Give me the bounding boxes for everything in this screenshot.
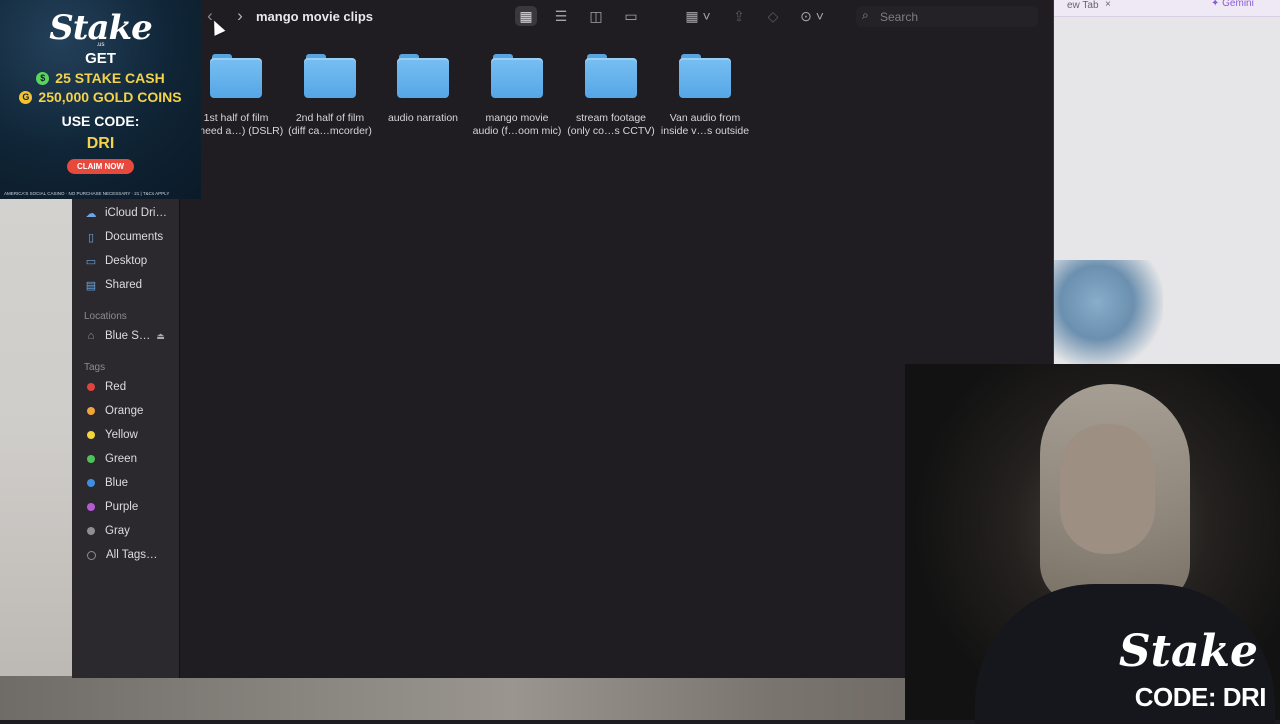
folder-label: mango movie audio (f…oom mic): [472, 112, 562, 137]
folder-icon: [304, 54, 356, 98]
folder-item[interactable]: Van audio from inside v…s outside: [657, 54, 753, 138]
list-view-icon[interactable]: ☰: [550, 8, 572, 25]
tag-dot-icon: [87, 503, 95, 511]
sidebar-item-label: Green: [105, 453, 137, 465]
column-view-icon[interactable]: ◫: [585, 8, 607, 25]
folder-icon: [397, 54, 449, 98]
webcam-stake-logo: Stake: [1118, 626, 1258, 677]
sidebar-item-label: Red: [105, 381, 127, 393]
sidebar-tag-blue[interactable]: Blue: [84, 473, 128, 493]
cloud-icon: ☁: [85, 207, 97, 220]
desktop-icon: ▭: [85, 255, 97, 268]
tag-icon[interactable]: ◇: [762, 8, 784, 25]
folder-item[interactable]: audio narration: [375, 54, 471, 125]
gold-coin-icon: G: [19, 90, 33, 104]
sidebar-tag-gray[interactable]: Gray: [84, 521, 130, 541]
sidebar-item-desktop[interactable]: ▭ Desktop: [84, 251, 147, 271]
folder-icon: [210, 54, 262, 98]
sidebar-tag-yellow[interactable]: Yellow: [84, 425, 138, 445]
chevron-right-icon[interactable]: ›: [232, 6, 248, 26]
sidebar-item-label: Documents: [105, 231, 164, 243]
folder-item[interactable]: 1st half of film …need a…) (DSLR): [188, 54, 284, 138]
ad-offer-gold: G 250,000 GOLD COINS: [0, 89, 201, 105]
folder-label: stream footage (only co…s CCTV): [567, 112, 655, 137]
sidebar-item-label: Purple: [105, 501, 139, 513]
webcam-person-face: [1060, 424, 1155, 554]
share-icon[interactable]: ⇪: [728, 8, 750, 25]
ad-offer-cash: $ 25 STAKE CASH: [0, 70, 201, 86]
eject-icon[interactable]: ⏏: [156, 331, 165, 342]
sidebar-item-label: All Tags…: [106, 549, 158, 561]
sidebar-all-tags[interactable]: All Tags…: [84, 545, 158, 565]
sidebar-section-locations: Locations: [84, 311, 127, 322]
webcam-overlay: Stake CODE: DRI: [905, 364, 1280, 724]
ad-code: DRI: [86, 135, 115, 152]
sidebar-item-label: Gray: [105, 525, 130, 537]
webcam-promo-code: CODE: DRI: [1134, 682, 1267, 712]
folder-icon: [585, 54, 637, 98]
document-icon: ▯: [87, 231, 95, 244]
grid-view-icon[interactable]: ▦: [515, 6, 537, 26]
search-input[interactable]: [878, 9, 1032, 25]
ad-offer-cash-text: 25 STAKE CASH: [55, 70, 165, 86]
sidebar-tag-green[interactable]: Green: [84, 449, 137, 469]
window-title: mango movie clips: [256, 9, 374, 24]
gallery-view-icon[interactable]: ▭: [620, 8, 642, 25]
sidebar-item-label: Orange: [105, 405, 144, 417]
tag-dot-icon: [87, 431, 95, 439]
finder-toolbar: ‹ › mango movie clips ▦ ☰ ◫ ▭ ▦ ˅ ⇪ ◇ ⊙ …: [180, 0, 1053, 36]
sidebar-section-tags: Tags: [84, 362, 106, 373]
gemini-button[interactable]: ✦ Gemini: [1211, 0, 1254, 9]
shared-folder-icon: ▤: [85, 279, 97, 292]
sidebar-item-icloud[interactable]: ☁ iCloud Dri…: [84, 203, 168, 223]
tag-dot-icon: [87, 407, 95, 415]
folder-label: Van audio from inside v…s outside: [660, 112, 750, 137]
sidebar-item-label: iCloud Dri…: [105, 207, 167, 219]
folder-label: audio narration: [387, 112, 459, 124]
background-plant: [1053, 260, 1163, 366]
tag-dot-icon: [87, 383, 95, 391]
group-by-icon[interactable]: ▦ ˅: [680, 8, 716, 25]
sidebar-tag-red[interactable]: Red: [84, 377, 126, 397]
browser-tab-label[interactable]: ew Tab: [1067, 0, 1099, 11]
ad-fine-print: AMERICA'S SOCIAL CASINO · NO PURCHASE NE…: [4, 191, 170, 196]
search-field[interactable]: ⌕: [856, 6, 1038, 27]
browser-tab-strip[interactable]: ew Tab × ✦ Gemini: [1053, 0, 1280, 17]
folder-item[interactable]: stream footage (only co…s CCTV): [563, 54, 659, 138]
folder-label: 1st half of film …need a…) (DSLR): [188, 112, 284, 137]
sidebar-item-blue-drive[interactable]: ⌂ Blue S… ⏏: [84, 326, 165, 346]
sidebar-item-label: Blue: [105, 477, 129, 489]
tag-dot-icon: [87, 455, 95, 463]
folder-icon: [491, 54, 543, 98]
drive-icon: ⌂: [87, 330, 95, 342]
claim-now-button[interactable]: CLAIM NOW: [66, 159, 135, 174]
sidebar-tag-orange[interactable]: Orange: [84, 401, 143, 421]
tag-dot-icon: [87, 527, 95, 535]
tag-dot-icon: [87, 479, 95, 487]
sidebar-tag-purple[interactable]: Purple: [84, 497, 138, 517]
all-tags-icon: [87, 550, 96, 560]
ad-offer-gold-text: 250,000 GOLD COINS: [38, 89, 182, 105]
close-icon[interactable]: ×: [1105, 0, 1111, 10]
sidebar-item-documents[interactable]: ▯ Documents: [84, 227, 163, 247]
folder-item[interactable]: 2nd half of film (diff ca…mcorder): [282, 54, 378, 138]
sidebar-item-label: Shared: [105, 279, 143, 291]
folder-label: 2nd half of film (diff ca…mcorder): [288, 112, 372, 137]
stake-cash-coin-icon: $: [36, 71, 50, 85]
folder-icon: [679, 54, 731, 98]
sidebar-item-label: Blue S…: [105, 330, 151, 342]
ad-get: GET: [85, 50, 116, 67]
sidebar-item-shared[interactable]: ▤ Shared: [84, 275, 142, 295]
search-icon: ⌕: [862, 8, 869, 22]
ad-use-code: USE CODE:: [61, 113, 140, 129]
sidebar-item-label: Desktop: [105, 255, 148, 267]
folder-item[interactable]: mango movie audio (f…oom mic): [469, 54, 565, 138]
stake-ad-overlay: Stake .us GET $ 25 STAKE CASH G 250,000 …: [0, 0, 201, 199]
ad-logo-sub: .us: [96, 42, 105, 48]
ellipsis-circle-icon[interactable]: ⊙ ˅: [794, 8, 830, 25]
sidebar-item-label: Yellow: [105, 429, 138, 441]
